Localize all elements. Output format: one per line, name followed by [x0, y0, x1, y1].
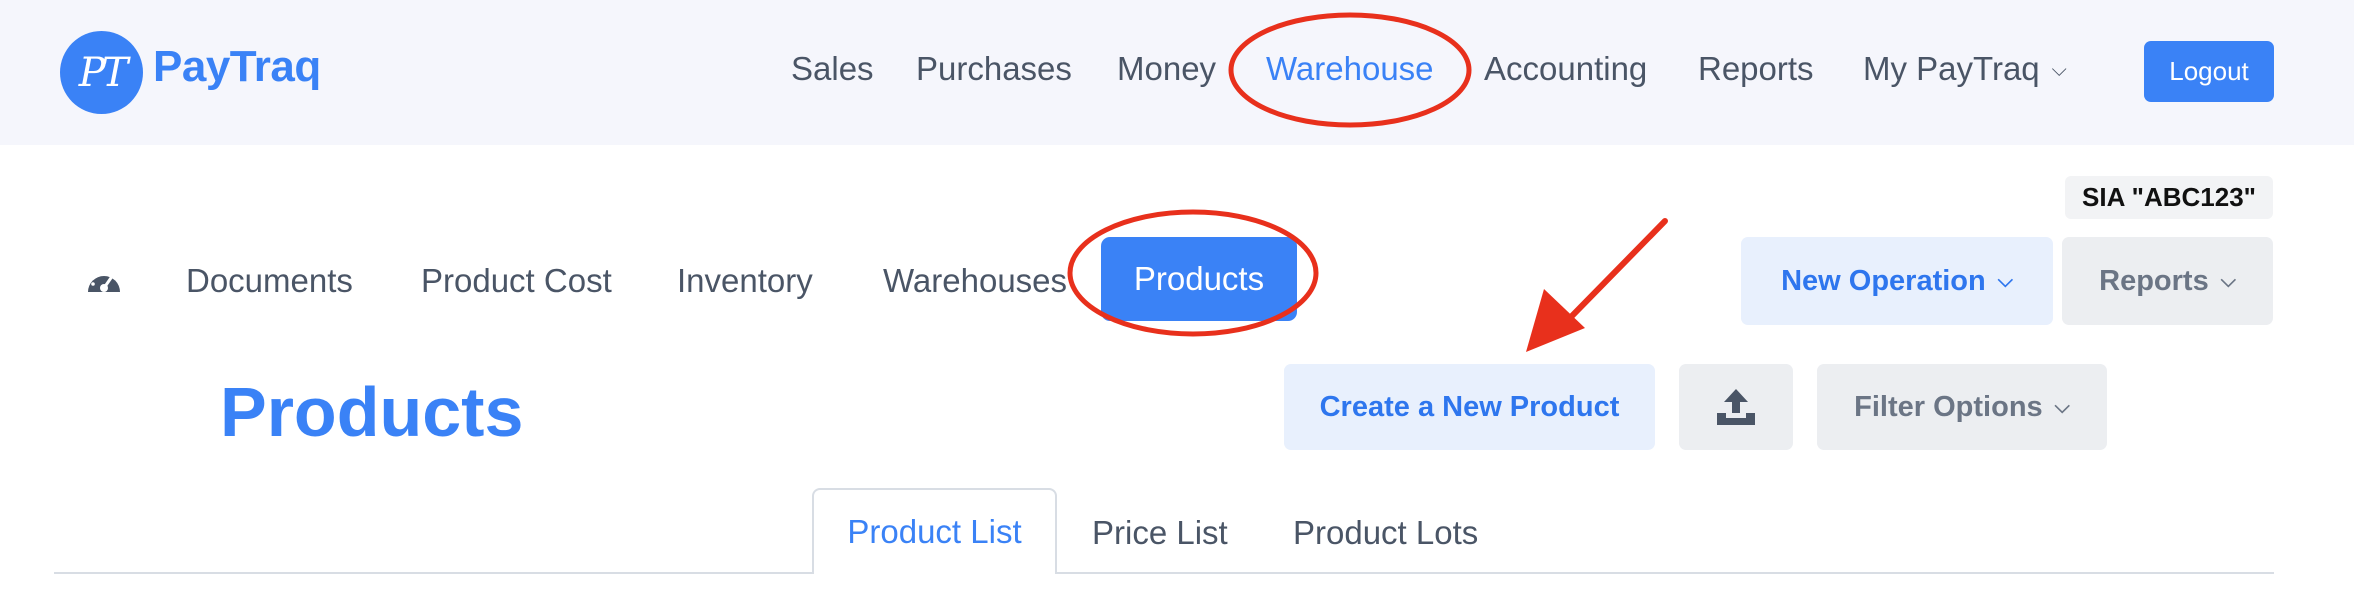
- logo-icon[interactable]: PT: [60, 31, 143, 114]
- logout-button[interactable]: Logout: [2144, 41, 2274, 102]
- subnav-products[interactable]: Products: [1101, 237, 1297, 321]
- new-operation-button[interactable]: New Operation ⌵: [1741, 237, 2053, 325]
- logo-monogram: PT: [78, 49, 129, 96]
- top-header: PT PayTraq Sales Purchases Money Warehou…: [0, 0, 2354, 145]
- nav-purchases[interactable]: Purchases: [916, 50, 1072, 88]
- chevron-down-icon: ⌵: [2220, 269, 2236, 292]
- arrow-icon: [1526, 218, 1668, 352]
- logo-text[interactable]: PayTraq: [153, 42, 321, 92]
- reports-label: Reports: [2099, 264, 2209, 297]
- nav-money[interactable]: Money: [1117, 50, 1216, 88]
- nav-sales[interactable]: Sales: [791, 50, 874, 88]
- chevron-down-icon: ⌵: [1997, 269, 2013, 292]
- subnav-documents[interactable]: Documents: [186, 262, 353, 300]
- speedometer-icon[interactable]: [84, 264, 124, 296]
- nav-warehouse[interactable]: Warehouse: [1266, 50, 1434, 88]
- upload-button[interactable]: [1679, 364, 1793, 450]
- tab-product-list[interactable]: Product List: [812, 488, 1057, 574]
- nav-my-paytraq-label: My PayTraq: [1863, 50, 2040, 87]
- tab-product-lots[interactable]: Product Lots: [1293, 514, 1478, 552]
- chevron-down-icon: ⌵: [2054, 395, 2070, 418]
- page-title: Products: [220, 373, 524, 451]
- filter-options-button[interactable]: Filter Options ⌵: [1817, 364, 2107, 450]
- chevron-down-icon: ⌵: [2051, 59, 2067, 81]
- subnav-warehouses[interactable]: Warehouses: [883, 262, 1067, 300]
- tabs-divider: [54, 572, 2274, 574]
- tab-price-list[interactable]: Price List: [1092, 514, 1228, 552]
- create-product-button[interactable]: Create a New Product: [1284, 364, 1655, 450]
- reports-button[interactable]: Reports ⌵: [2062, 237, 2273, 325]
- subnav-inventory[interactable]: Inventory: [677, 262, 813, 300]
- subnav-product-cost[interactable]: Product Cost: [421, 262, 612, 300]
- nav-reports[interactable]: Reports: [1698, 50, 1814, 88]
- filter-options-label: Filter Options: [1854, 390, 2043, 423]
- nav-my-paytraq[interactable]: My PayTraq ⌵: [1863, 50, 2067, 88]
- new-operation-label: New Operation: [1781, 264, 1986, 297]
- nav-accounting[interactable]: Accounting: [1484, 50, 1647, 88]
- company-badge: SIA "ABC123": [2065, 176, 2273, 219]
- upload-icon: [1717, 389, 1755, 425]
- page: PT PayTraq Sales Purchases Money Warehou…: [0, 0, 2354, 612]
